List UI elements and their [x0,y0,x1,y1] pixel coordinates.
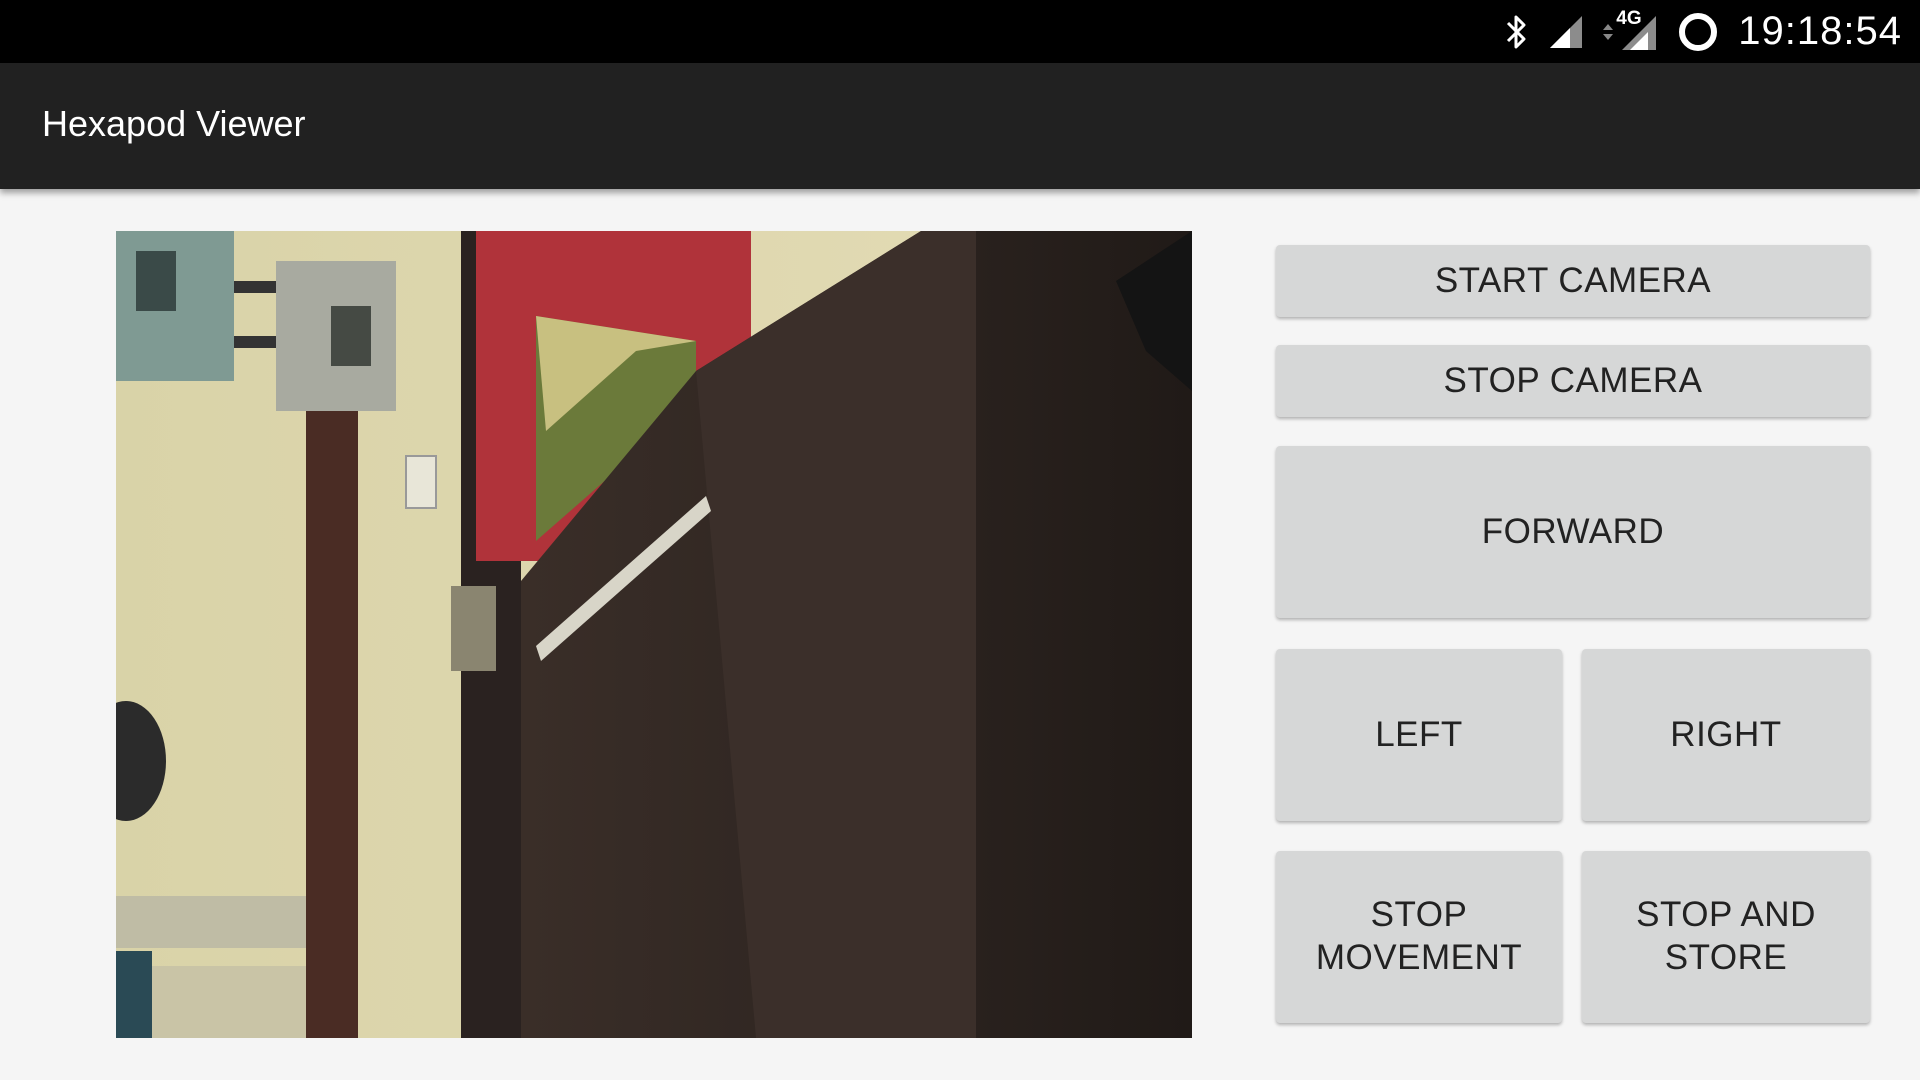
app-bar: Hexapod Viewer [0,63,1920,189]
signal-icon [1548,12,1584,52]
data-arrows-icon [1602,12,1614,52]
bluetooth-icon [1504,12,1530,52]
status-icons: 4G 19:18:54 [1504,0,1902,63]
status-bar: 4G 19:18:54 [0,0,1920,63]
left-button[interactable]: LEFT [1276,649,1562,821]
camera-feed-image [116,231,1192,1038]
network-type-label: 4G [1616,7,1642,29]
clock: 19:18:54 [1738,9,1902,53]
stop-camera-button[interactable]: STOP CAMERA [1276,345,1870,417]
right-button[interactable]: RIGHT [1582,649,1870,821]
stop-movement-button[interactable]: STOP MOVEMENT [1276,851,1562,1023]
stop-and-store-button[interactable]: STOP AND STORE [1582,851,1870,1023]
camera-feed [116,231,1192,1038]
app-title: Hexapod Viewer [42,103,306,144]
forward-button[interactable]: FORWARD [1276,446,1870,618]
sync-ring-icon [1676,10,1720,54]
start-camera-button[interactable]: START CAMERA [1276,245,1870,317]
lte-signal-icon: 4G [1616,7,1658,54]
